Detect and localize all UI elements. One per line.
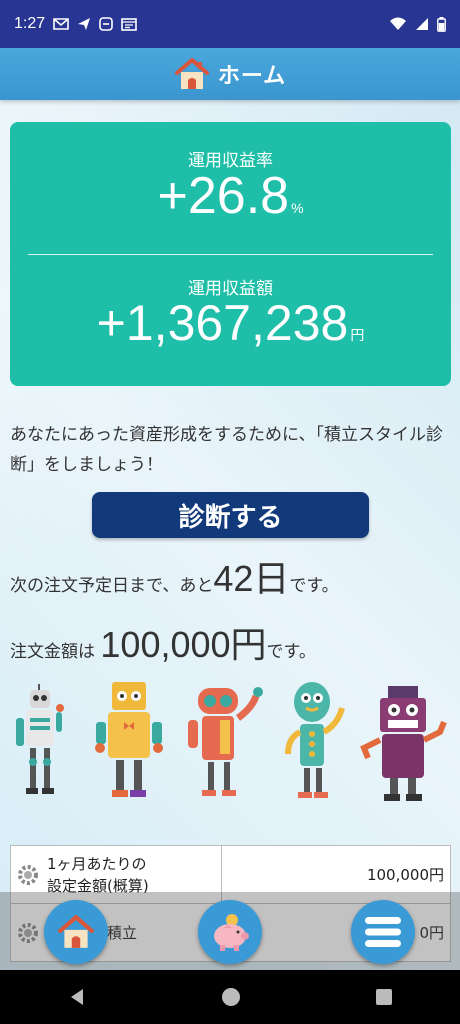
next-order-days: 42日 <box>213 558 290 599</box>
home-fab[interactable] <box>44 900 108 964</box>
profit-amount: +1,367,238 円 <box>10 294 451 352</box>
status-bar: 1:27 <box>0 0 460 48</box>
piggy-fab[interactable] <box>198 900 262 964</box>
profit-amount-value: +1,367,238 <box>96 295 349 351</box>
diagnose-button[interactable]: 診断する <box>92 492 369 538</box>
order-amount-suffix: です。 <box>266 642 316 662</box>
gmail-icon <box>53 18 69 30</box>
page-title: ホーム <box>217 64 287 89</box>
profit-rate-unit: % <box>291 200 304 216</box>
app-header: ホーム <box>0 48 460 100</box>
diagnosis-intro-text: あなたにあった資産形成をするために、「積立スタイル診断」をしましょう！ <box>10 425 443 475</box>
robot-white <box>16 684 64 794</box>
profit-summary-card: 運用収益率 +26.8% 運用収益額 +1,367,238 円 <box>10 122 451 386</box>
robot-yellow <box>95 682 163 797</box>
profit-rate-value: +26.8 <box>157 167 290 225</box>
house-icon <box>58 915 94 948</box>
order-amount-value: 100,000円 <box>100 624 267 665</box>
next-order-prefix: 次の注文予定日まで、あと <box>10 576 214 596</box>
home-circle-icon[interactable] <box>221 987 241 1007</box>
card-divider <box>28 254 433 255</box>
home-content: 運用収益率 +26.8% 運用収益額 +1,367,238 円 あなたにあった資産… <box>0 100 460 970</box>
signal-icon <box>416 18 428 30</box>
status-notification-icons <box>53 17 137 31</box>
robot-teal <box>285 682 345 798</box>
robots-illustration <box>16 682 447 801</box>
status-time: 1:27 <box>14 15 46 32</box>
gear-icon <box>18 864 38 885</box>
robot-purple <box>360 686 447 801</box>
profit-amount-unit: 円 <box>350 327 365 343</box>
robot-red <box>188 687 263 796</box>
telegram-icon <box>78 18 91 30</box>
back-icon[interactable] <box>67 987 87 1007</box>
recents-icon[interactable] <box>375 988 393 1006</box>
hamburger-menu-icon <box>365 917 401 947</box>
system-nav-bar <box>0 970 460 1024</box>
setting-label-line1: 1ヶ月あたりの <box>47 854 147 873</box>
wifi-icon <box>390 17 406 30</box>
order-amount-text: 注文金額は 100,000円です。 <box>10 616 316 668</box>
next-order-suffix: です。 <box>289 576 339 596</box>
next-order-text: 次の注文予定日まで、あと42日です。 <box>10 550 339 602</box>
status-system-icons <box>389 16 446 32</box>
piggy-bank-icon <box>214 914 249 951</box>
profit-rate: +26.8% <box>10 166 451 226</box>
app-icon <box>99 17 113 31</box>
house-icon <box>174 58 209 89</box>
battery-icon <box>437 16 446 32</box>
menu-fab[interactable] <box>351 900 415 964</box>
news-icon <box>121 17 137 31</box>
order-amount-prefix: 注文金額は <box>10 642 101 662</box>
